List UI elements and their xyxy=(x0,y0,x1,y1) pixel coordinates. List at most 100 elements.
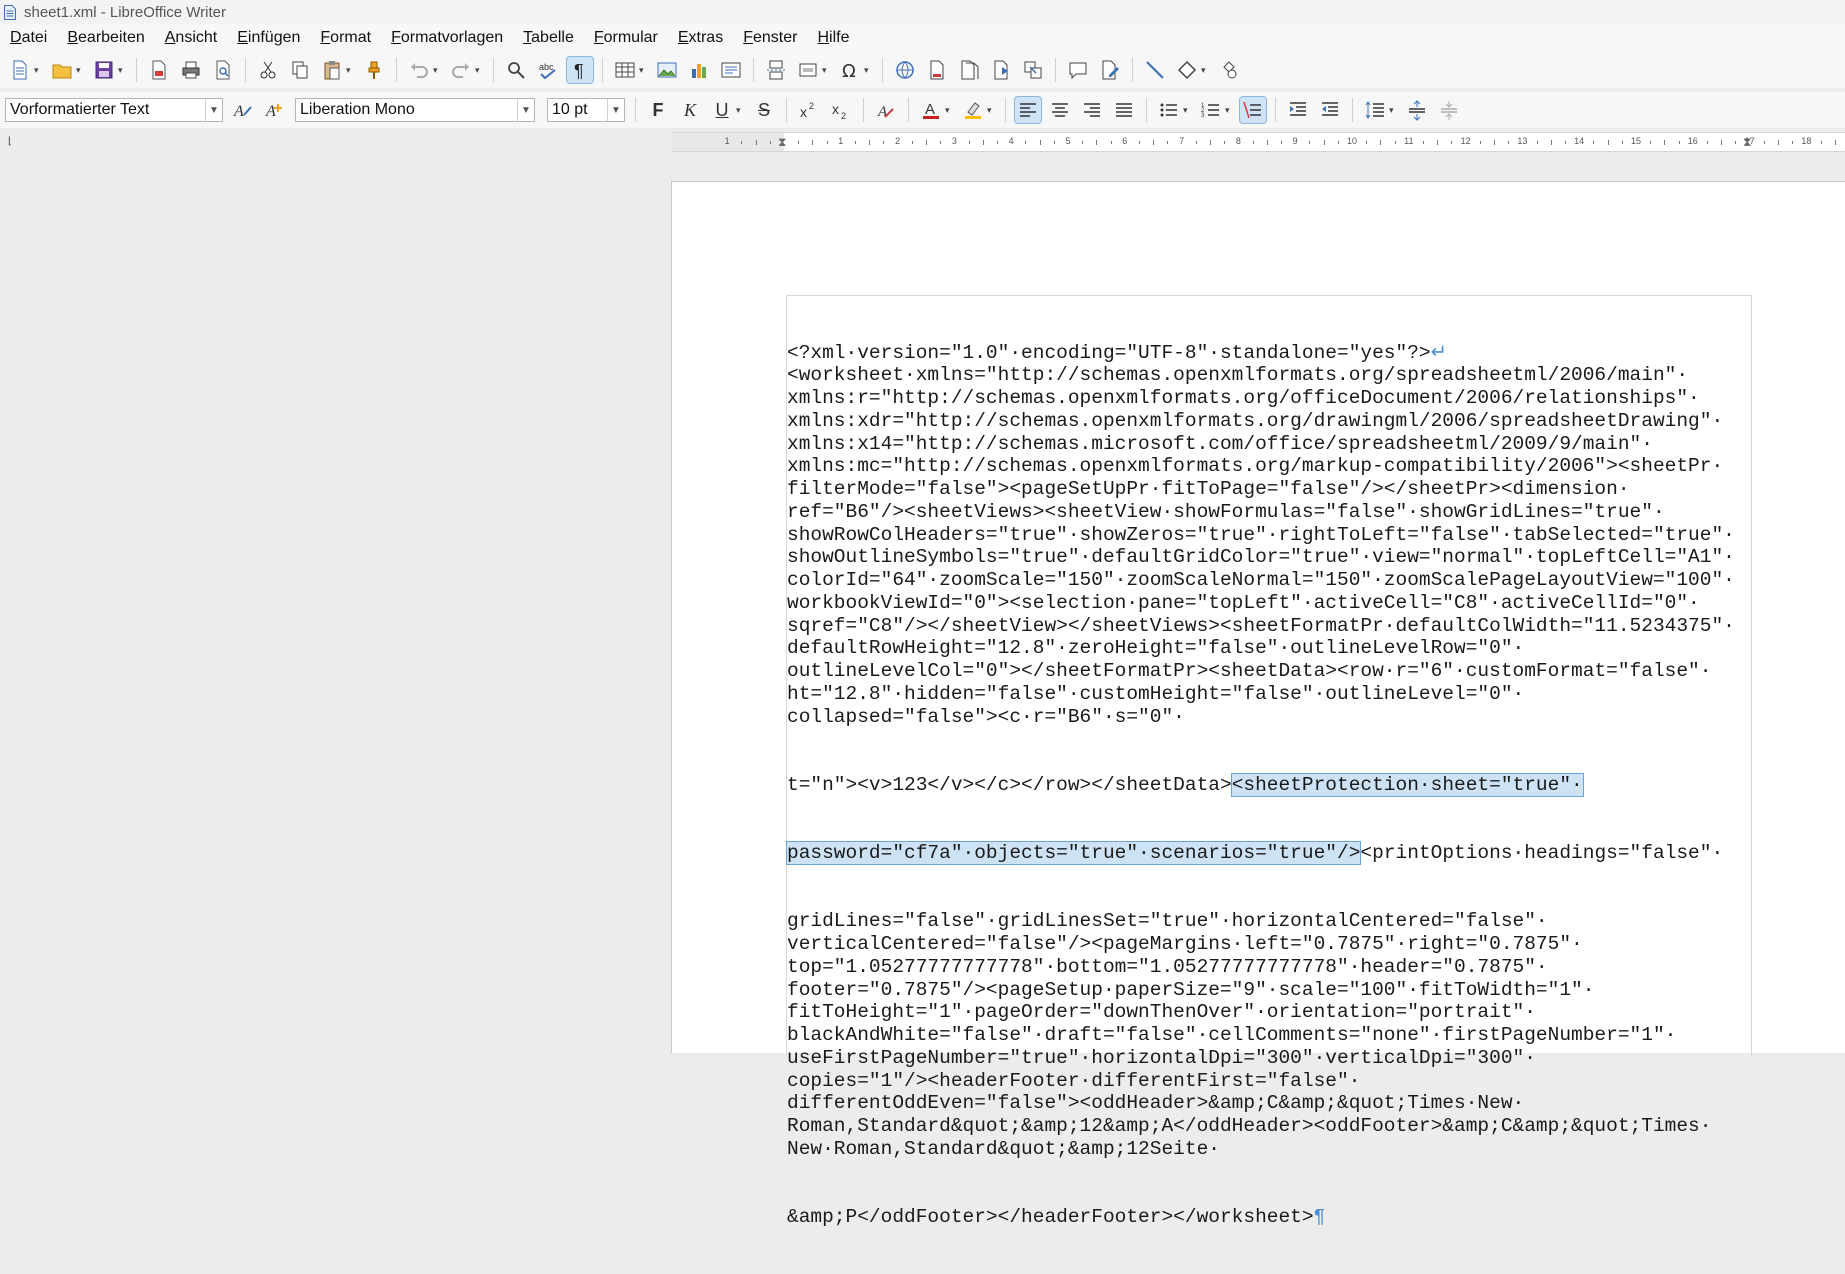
field-dropdown-arrow[interactable]: ▾ xyxy=(822,65,830,76)
menu-tabelle[interactable]: Tabelle xyxy=(513,29,584,47)
update-style-button[interactable]: A xyxy=(230,97,256,123)
undo-dropdown-arrow[interactable]: ▾ xyxy=(433,65,441,76)
clear-formatting-button[interactable]: A xyxy=(873,97,899,123)
draw-functions-button[interactable] xyxy=(1216,57,1242,83)
menu-hilfe[interactable]: Hilfe xyxy=(807,29,859,47)
menu-formular[interactable]: Formular xyxy=(584,29,668,47)
ruler-tick xyxy=(1025,141,1027,144)
basic-shapes-button[interactable] xyxy=(1174,57,1200,83)
insert-textbox-button[interactable] xyxy=(718,57,744,83)
chevron-down-icon[interactable]: ▼ xyxy=(607,99,624,121)
font-size-combo[interactable]: 10 pt ▼ xyxy=(547,98,625,122)
insert-page-break-button[interactable] xyxy=(763,57,789,83)
new-document-button[interactable] xyxy=(7,57,33,83)
spelling-button[interactable]: abc xyxy=(535,57,561,83)
increase-paragraph-spacing-button[interactable] xyxy=(1404,97,1430,123)
line-spacing-dropdown-arrow[interactable]: ▾ xyxy=(1389,105,1397,116)
paragraph-style-combo[interactable]: Vorformatierter Text ▼ xyxy=(5,98,223,122)
bullet-list-dropdown-arrow[interactable]: ▾ xyxy=(1183,105,1191,116)
document-page[interactable]: <?xml·version="1.0"·encoding="UTF-8"·sta… xyxy=(671,181,1845,1228)
print-button[interactable] xyxy=(178,57,204,83)
increase-indent-button[interactable] xyxy=(1285,97,1311,123)
font-name-combo[interactable]: Liberation Mono ▼ xyxy=(295,98,535,122)
print-preview-button[interactable] xyxy=(210,57,236,83)
insert-field-button[interactable] xyxy=(795,57,821,83)
numbered-list-dropdown-arrow[interactable]: ▾ xyxy=(1225,105,1233,116)
decrease-paragraph-spacing-button[interactable] xyxy=(1436,97,1462,123)
text-boundary[interactable]: <?xml·version="1.0"·encoding="UTF-8"·sta… xyxy=(785,295,1752,1228)
chevron-down-icon[interactable]: ▼ xyxy=(517,99,534,121)
subscript-button[interactable]: x2 xyxy=(828,97,854,123)
open-dropdown-arrow[interactable]: ▾ xyxy=(76,65,84,76)
font-color-dropdown-arrow[interactable]: ▾ xyxy=(945,105,953,116)
paste-button[interactable] xyxy=(319,57,345,83)
insert-comment-button[interactable] xyxy=(1065,57,1091,83)
open-button[interactable] xyxy=(49,57,75,83)
document-text[interactable]: <?xml·version="1.0"·encoding="UTF-8"·sta… xyxy=(785,296,1735,1274)
strikethrough-label: S xyxy=(757,99,770,120)
underline-button[interactable]: U xyxy=(709,97,735,123)
menu-ansicht[interactable]: Ansicht xyxy=(155,29,227,47)
justify-button[interactable] xyxy=(1111,97,1137,123)
menu-bearbeiten[interactable]: Bearbeiten xyxy=(57,29,154,47)
insert-footnote-button[interactable] xyxy=(924,57,950,83)
align-right-button[interactable] xyxy=(1079,97,1105,123)
insert-chart-button[interactable] xyxy=(686,57,712,83)
bold-button[interactable]: F xyxy=(645,97,671,123)
ordered-list-button[interactable]: 123 xyxy=(1198,97,1224,123)
copy-button[interactable] xyxy=(287,57,313,83)
menu-extras[interactable]: Extras xyxy=(668,29,733,47)
new-dropdown-arrow[interactable]: ▾ xyxy=(34,65,42,76)
track-changes-button[interactable] xyxy=(1097,57,1123,83)
strikethrough-button[interactable]: S xyxy=(751,97,777,123)
insert-bookmark-button[interactable] xyxy=(988,57,1014,83)
menu-format[interactable]: Format xyxy=(310,29,381,47)
formatting-marks-button[interactable]: ¶ xyxy=(566,56,594,84)
unordered-list-button[interactable] xyxy=(1156,97,1182,123)
horizontal-ruler[interactable]: 1 1 2 3 4 5 6 7 8 9 10 11 12 13 14 15 16 17 18 ⧗ ⧗ xyxy=(672,132,1845,152)
left-indent-marker[interactable]: ⧗ xyxy=(778,135,786,150)
redo-dropdown-arrow[interactable]: ▾ xyxy=(475,65,483,76)
align-center-button[interactable] xyxy=(1047,97,1073,123)
italic-button[interactable]: K xyxy=(677,97,703,123)
insert-image-button[interactable] xyxy=(654,57,680,83)
selected-text[interactable]: <sheetProtection·sheet="true"· xyxy=(1230,772,1584,797)
insert-table-button[interactable] xyxy=(612,57,638,83)
menu-datei[interactable]: Datei xyxy=(0,29,57,47)
highlight-dropdown-arrow[interactable]: ▾ xyxy=(987,105,995,116)
paste-dropdown-arrow[interactable]: ▾ xyxy=(346,65,354,76)
right-indent-marker[interactable]: ⧗ xyxy=(1743,135,1751,150)
superscript-button[interactable]: x2 xyxy=(796,97,822,123)
decrease-indent-button[interactable] xyxy=(1317,97,1343,123)
cut-button[interactable] xyxy=(255,57,281,83)
insert-line-button[interactable] xyxy=(1142,57,1168,83)
code-text: <?xml·version="1.0"·encoding="UTF-8"·sta… xyxy=(787,341,1431,364)
insert-hyperlink-button[interactable] xyxy=(892,57,918,83)
export-pdf-button[interactable] xyxy=(146,57,172,83)
tab-stop-selector-icon[interactable]: ⌊ xyxy=(8,136,12,147)
insert-endnote-button[interactable] xyxy=(956,57,982,83)
menu-einfuegen[interactable]: Einfügen xyxy=(227,29,310,47)
insert-special-character-button[interactable]: Ω xyxy=(837,57,863,83)
no-list-button[interactable] xyxy=(1239,96,1267,124)
save-dropdown-arrow[interactable]: ▾ xyxy=(118,65,126,76)
underline-dropdown-arrow[interactable]: ▾ xyxy=(736,105,744,116)
insert-cross-reference-button[interactable] xyxy=(1020,57,1046,83)
redo-button[interactable] xyxy=(448,57,474,83)
undo-button[interactable] xyxy=(406,57,432,83)
new-style-button[interactable]: A xyxy=(262,97,288,123)
shapes-dropdown-arrow[interactable]: ▾ xyxy=(1201,65,1209,76)
selected-text[interactable]: password="cf7a"·objects="true"·scenarios… xyxy=(785,841,1362,865)
save-button[interactable] xyxy=(91,57,117,83)
highlight-color-button[interactable] xyxy=(960,97,986,123)
clone-formatting-button[interactable] xyxy=(361,57,387,83)
menu-formatvorlagen[interactable]: Formatvorlagen xyxy=(381,29,513,47)
align-left-button[interactable] xyxy=(1014,96,1042,124)
line-spacing-button[interactable] xyxy=(1362,97,1388,123)
menu-fenster[interactable]: Fenster xyxy=(733,29,807,47)
font-color-button[interactable]: A xyxy=(918,97,944,123)
special-char-dropdown-arrow[interactable]: ▾ xyxy=(864,65,872,76)
chevron-down-icon[interactable]: ▼ xyxy=(205,99,222,121)
find-replace-button[interactable] xyxy=(503,57,529,83)
table-dropdown-arrow[interactable]: ▾ xyxy=(639,65,647,76)
